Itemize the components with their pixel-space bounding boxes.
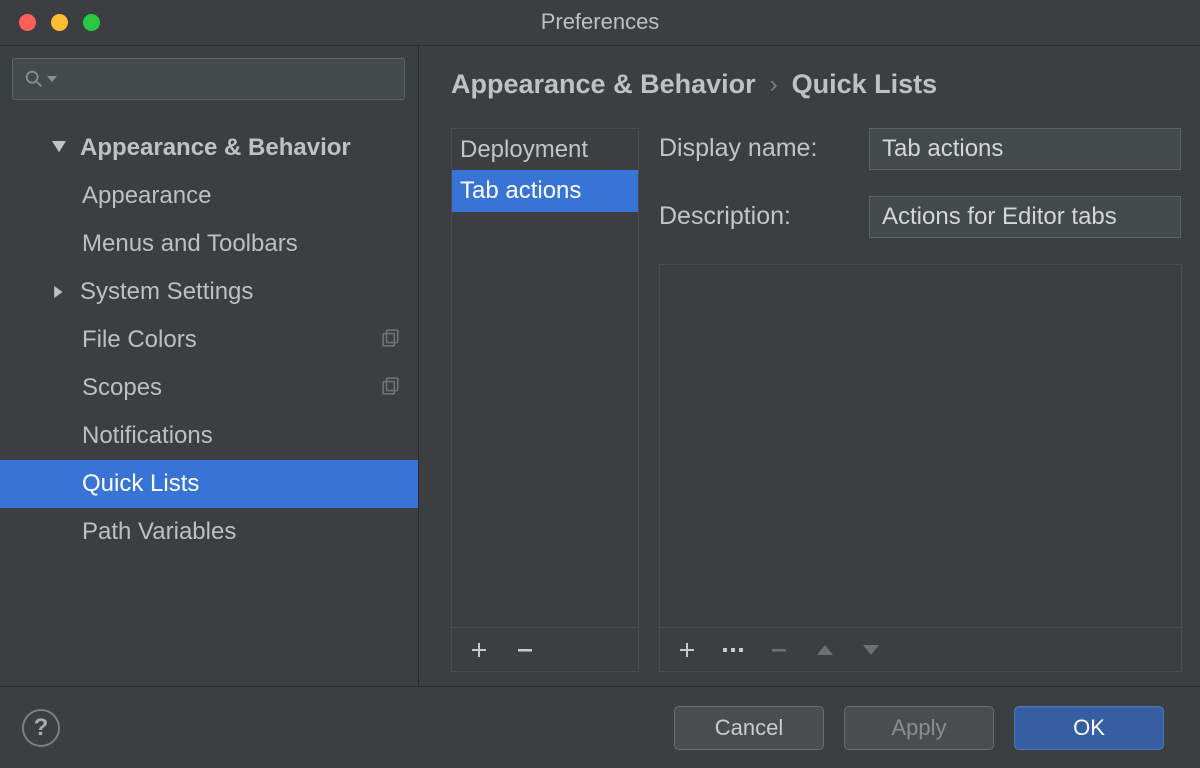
move-down-button[interactable] xyxy=(848,628,894,671)
preferences-sidebar: Appearance & Behavior Appearance Menus a… xyxy=(0,46,419,686)
nav-item-label: Scopes xyxy=(82,371,162,405)
minus-icon xyxy=(516,641,534,659)
help-icon: ? xyxy=(34,711,49,745)
chevron-right-icon xyxy=(52,285,66,299)
titlebar: Preferences xyxy=(0,0,1200,46)
quick-lists-list[interactable]: Deployment Tab actions xyxy=(452,129,638,627)
category-appearance-behavior[interactable]: Appearance & Behavior xyxy=(0,124,418,172)
nav-item-label: Path Variables xyxy=(82,515,236,549)
nav-item-label: Appearance xyxy=(82,179,211,213)
list-item-label: Deployment xyxy=(460,136,588,163)
add-quick-list-button[interactable] xyxy=(456,628,502,671)
dialog-footer: ? Cancel Apply OK xyxy=(0,686,1200,768)
chevron-down-icon xyxy=(47,74,57,84)
button-label: OK xyxy=(1073,715,1105,741)
expand-toggle-icon xyxy=(52,141,66,155)
ok-button[interactable]: OK xyxy=(1014,706,1164,750)
description-label: Description: xyxy=(659,199,851,234)
remove-action-button[interactable] xyxy=(756,628,802,671)
settings-search-input[interactable] xyxy=(12,58,405,100)
actions-toolbar xyxy=(660,627,1181,671)
display-name-label: Display name: xyxy=(659,131,851,166)
cancel-button[interactable]: Cancel xyxy=(674,706,824,750)
nav-item-label: Quick Lists xyxy=(82,467,199,501)
separator-icon xyxy=(722,641,744,659)
breadcrumb-parent[interactable]: Appearance & Behavior xyxy=(451,66,756,104)
nav-item-label: System Settings xyxy=(80,275,253,309)
minus-icon xyxy=(770,641,788,659)
list-item-label: Tab actions xyxy=(460,177,581,204)
nav-item-menus-toolbars[interactable]: Menus and Toolbars xyxy=(0,220,418,268)
project-scope-icon xyxy=(382,371,400,405)
plus-icon xyxy=(470,641,488,659)
button-label: Apply xyxy=(891,715,946,741)
description-input[interactable] xyxy=(869,196,1181,238)
search-icon xyxy=(23,68,45,90)
nav-item-notifications[interactable]: Notifications xyxy=(0,412,418,460)
add-action-button[interactable] xyxy=(664,628,710,671)
quick-lists-toolbar xyxy=(452,627,638,671)
nav-item-file-colors[interactable]: File Colors xyxy=(0,316,418,364)
actions-panel xyxy=(659,264,1182,672)
settings-tree: Appearance & Behavior Appearance Menus a… xyxy=(0,110,418,686)
category-label: Appearance & Behavior xyxy=(80,131,351,165)
breadcrumb: Appearance & Behavior › Quick Lists xyxy=(451,66,1182,104)
nav-item-appearance[interactable]: Appearance xyxy=(0,172,418,220)
nav-item-system-settings[interactable]: System Settings xyxy=(0,268,418,316)
minimize-window-button[interactable] xyxy=(51,14,68,31)
apply-button[interactable]: Apply xyxy=(844,706,994,750)
help-button[interactable]: ? xyxy=(22,709,60,747)
add-separator-button[interactable] xyxy=(710,628,756,671)
remove-quick-list-button[interactable] xyxy=(502,628,548,671)
window-title: Preferences xyxy=(0,7,1200,38)
display-name-input[interactable] xyxy=(869,128,1181,170)
nav-item-quick-lists[interactable]: Quick Lists xyxy=(0,460,418,508)
chevron-right-icon: › xyxy=(770,68,778,102)
nav-item-path-variables[interactable]: Path Variables xyxy=(0,508,418,556)
arrow-down-icon xyxy=(862,644,880,656)
move-up-button[interactable] xyxy=(802,628,848,671)
main-panel: Appearance & Behavior › Quick Lists Depl… xyxy=(419,46,1200,686)
nav-item-label: Menus and Toolbars xyxy=(82,227,298,261)
nav-item-label: Notifications xyxy=(82,419,213,453)
close-window-button[interactable] xyxy=(19,14,36,31)
quick-list-detail: Display name: Description: xyxy=(659,128,1182,672)
plus-icon xyxy=(678,641,696,659)
arrow-up-icon xyxy=(816,644,834,656)
quick-lists-panel: Deployment Tab actions xyxy=(451,128,639,672)
window-controls xyxy=(19,14,100,31)
actions-list[interactable] xyxy=(660,265,1181,627)
quick-list-item-tab-actions[interactable]: Tab actions xyxy=(452,170,638,212)
quick-list-item-deployment[interactable]: Deployment xyxy=(452,129,638,171)
project-scope-icon xyxy=(382,323,400,357)
nav-item-scopes[interactable]: Scopes xyxy=(0,364,418,412)
maximize-window-button[interactable] xyxy=(83,14,100,31)
nav-item-label: File Colors xyxy=(82,323,197,357)
button-label: Cancel xyxy=(715,715,783,741)
breadcrumb-current: Quick Lists xyxy=(792,66,938,104)
